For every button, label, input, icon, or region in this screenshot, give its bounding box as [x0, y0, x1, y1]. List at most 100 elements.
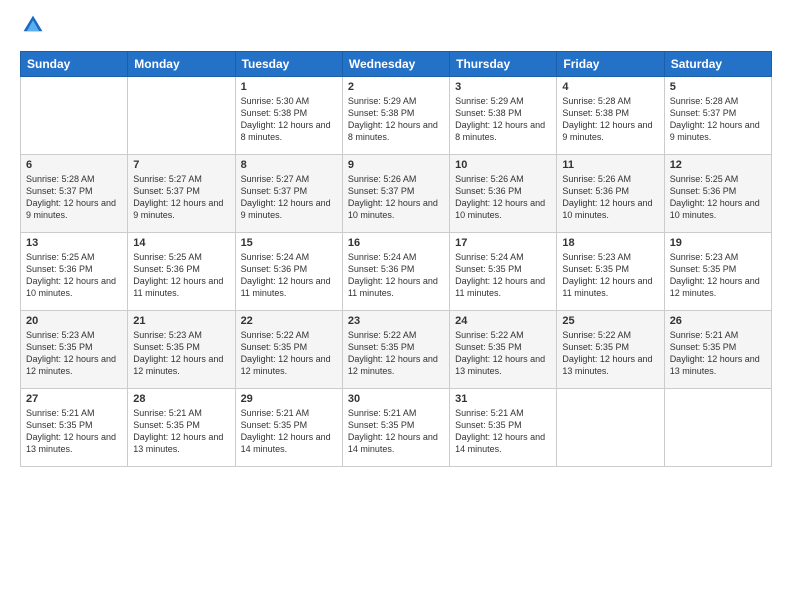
- col-friday: Friday: [557, 52, 664, 77]
- day-number: 3: [455, 81, 551, 93]
- day-content: Sunrise: 5:26 AM Sunset: 5:36 PM Dayligh…: [562, 173, 658, 222]
- day-number: 17: [455, 237, 551, 249]
- day-number: 21: [133, 315, 229, 327]
- day-content: Sunrise: 5:26 AM Sunset: 5:36 PM Dayligh…: [455, 173, 551, 222]
- table-row: 22 Sunrise: 5:22 AM Sunset: 5:35 PM Dayli…: [235, 311, 342, 389]
- day-content: Sunrise: 5:25 AM Sunset: 5:36 PM Dayligh…: [26, 251, 122, 300]
- day-number: 19: [670, 237, 766, 249]
- table-row: 18 Sunrise: 5:23 AM Sunset: 5:35 PM Dayli…: [557, 233, 664, 311]
- table-row: 7Sunrise: 5:27 AM Sunset: 5:37 PM Daylig…: [128, 155, 235, 233]
- day-content: Sunrise: 5:22 AM Sunset: 5:35 PM Dayligh…: [455, 329, 551, 378]
- col-tuesday: Tuesday: [235, 52, 342, 77]
- day-content: Sunrise: 5:29 AM Sunset: 5:38 PM Dayligh…: [348, 95, 444, 144]
- day-content: Sunrise: 5:28 AM Sunset: 5:37 PM Dayligh…: [26, 173, 122, 222]
- table-row: 13 Sunrise: 5:25 AM Sunset: 5:36 PM Dayli…: [21, 233, 128, 311]
- day-number: 22: [241, 315, 337, 327]
- table-row: 3 Sunrise: 5:29 AM Sunset: 5:38 PM Daylig…: [450, 77, 557, 155]
- day-content: Sunrise: 5:23 AM Sunset: 5:35 PM Dayligh…: [670, 251, 766, 300]
- table-row: [664, 389, 771, 467]
- table-row: [557, 389, 664, 467]
- day-content: Sunrise: 5:24 AM Sunset: 5:36 PM Dayligh…: [241, 251, 337, 300]
- day-number: 11: [562, 159, 658, 171]
- day-number: 27: [26, 393, 122, 405]
- day-content: Sunrise: 5:28 AM Sunset: 5:37 PM Dayligh…: [670, 95, 766, 144]
- table-row: 5 Sunrise: 5:28 AM Sunset: 5:37 PM Daylig…: [664, 77, 771, 155]
- table-row: 29Sunrise: 5:21 AM Sunset: 5:35 PM Dayli…: [235, 389, 342, 467]
- day-content: Sunrise: 5:25 AM Sunset: 5:36 PM Dayligh…: [670, 173, 766, 222]
- day-content: Sunrise: 5:26 AM Sunset: 5:37 PM Dayligh…: [348, 173, 444, 222]
- table-row: 24Sunrise: 5:22 AM Sunset: 5:35 PM Dayli…: [450, 311, 557, 389]
- table-row: 12Sunrise: 5:25 AM Sunset: 5:36 PM Dayli…: [664, 155, 771, 233]
- day-content: Sunrise: 5:23 AM Sunset: 5:35 PM Dayligh…: [133, 329, 229, 378]
- table-row: 16 Sunrise: 5:24 AM Sunset: 5:36 PM Dayli…: [342, 233, 449, 311]
- table-row: 26 Sunrise: 5:21 AM Sunset: 5:35 PM Dayli…: [664, 311, 771, 389]
- day-number: 16: [348, 237, 444, 249]
- table-row: [128, 77, 235, 155]
- col-monday: Monday: [128, 52, 235, 77]
- day-content: Sunrise: 5:21 AM Sunset: 5:35 PM Dayligh…: [348, 407, 444, 456]
- day-number: 14: [133, 237, 229, 249]
- table-row: 23 Sunrise: 5:22 AM Sunset: 5:35 PM Dayli…: [342, 311, 449, 389]
- table-row: 14 Sunrise: 5:25 AM Sunset: 5:36 PM Dayli…: [128, 233, 235, 311]
- day-content: Sunrise: 5:21 AM Sunset: 5:35 PM Dayligh…: [26, 407, 122, 456]
- table-row: 6 Sunrise: 5:28 AM Sunset: 5:37 PM Daylig…: [21, 155, 128, 233]
- day-number: 29: [241, 393, 337, 405]
- day-number: 20: [26, 315, 122, 327]
- table-row: 10 Sunrise: 5:26 AM Sunset: 5:36 PM Dayli…: [450, 155, 557, 233]
- day-content: Sunrise: 5:24 AM Sunset: 5:36 PM Dayligh…: [348, 251, 444, 300]
- day-number: 18: [562, 237, 658, 249]
- table-row: 8 Sunrise: 5:27 AM Sunset: 5:37 PM Daylig…: [235, 155, 342, 233]
- table-row: 1 Sunrise: 5:30 AM Sunset: 5:38 PM Daylig…: [235, 77, 342, 155]
- day-number: 13: [26, 237, 122, 249]
- table-row: [21, 77, 128, 155]
- calendar-week-row: 13 Sunrise: 5:25 AM Sunset: 5:36 PM Dayli…: [21, 233, 772, 311]
- day-number: 25: [562, 315, 658, 327]
- table-row: 11 Sunrise: 5:26 AM Sunset: 5:36 PM Dayli…: [557, 155, 664, 233]
- day-number: 9: [348, 159, 444, 171]
- day-content: Sunrise: 5:23 AM Sunset: 5:35 PM Dayligh…: [26, 329, 122, 378]
- table-row: 27 Sunrise: 5:21 AM Sunset: 5:35 PM Dayli…: [21, 389, 128, 467]
- day-number: 5: [670, 81, 766, 93]
- table-row: 20 Sunrise: 5:23 AM Sunset: 5:35 PM Dayli…: [21, 311, 128, 389]
- day-content: Sunrise: 5:21 AM Sunset: 5:35 PM Dayligh…: [455, 407, 551, 456]
- day-number: 15: [241, 237, 337, 249]
- day-number: 31: [455, 393, 551, 405]
- day-content: Sunrise: 5:25 AM Sunset: 5:36 PM Dayligh…: [133, 251, 229, 300]
- day-content: Sunrise: 5:30 AM Sunset: 5:38 PM Dayligh…: [241, 95, 337, 144]
- day-number: 4: [562, 81, 658, 93]
- day-content: Sunrise: 5:21 AM Sunset: 5:35 PM Dayligh…: [670, 329, 766, 378]
- day-number: 10: [455, 159, 551, 171]
- table-row: 28 Sunrise: 5:21 AM Sunset: 5:35 PM Dayli…: [128, 389, 235, 467]
- day-number: 23: [348, 315, 444, 327]
- col-saturday: Saturday: [664, 52, 771, 77]
- day-number: 26: [670, 315, 766, 327]
- day-content: Sunrise: 5:23 AM Sunset: 5:35 PM Dayligh…: [562, 251, 658, 300]
- day-number: 8: [241, 159, 337, 171]
- table-row: 15 Sunrise: 5:24 AM Sunset: 5:36 PM Dayli…: [235, 233, 342, 311]
- day-number: 28: [133, 393, 229, 405]
- table-row: 25 Sunrise: 5:22 AM Sunset: 5:35 PM Dayli…: [557, 311, 664, 389]
- day-content: Sunrise: 5:24 AM Sunset: 5:35 PM Dayligh…: [455, 251, 551, 300]
- table-row: 9 Sunrise: 5:26 AM Sunset: 5:37 PM Daylig…: [342, 155, 449, 233]
- day-content: Sunrise: 5:27 AM Sunset: 5:37 PM Dayligh…: [241, 173, 337, 222]
- day-content: Sunrise: 5:22 AM Sunset: 5:35 PM Dayligh…: [241, 329, 337, 378]
- day-content: Sunrise: 5:29 AM Sunset: 5:38 PM Dayligh…: [455, 95, 551, 144]
- day-content: Sunrise: 5:22 AM Sunset: 5:35 PM Dayligh…: [562, 329, 658, 378]
- logo-icon: [22, 14, 44, 36]
- table-row: 17 Sunrise: 5:24 AM Sunset: 5:35 PM Dayli…: [450, 233, 557, 311]
- day-number: 2: [348, 81, 444, 93]
- day-content: Sunrise: 5:22 AM Sunset: 5:35 PM Dayligh…: [348, 329, 444, 378]
- table-row: 31 Sunrise: 5:21 AM Sunset: 5:35 PM Dayli…: [450, 389, 557, 467]
- day-number: 6: [26, 159, 122, 171]
- col-sunday: Sunday: [21, 52, 128, 77]
- day-number: 1: [241, 81, 337, 93]
- col-thursday: Thursday: [450, 52, 557, 77]
- day-number: 30: [348, 393, 444, 405]
- calendar-week-row: 20 Sunrise: 5:23 AM Sunset: 5:35 PM Dayli…: [21, 311, 772, 389]
- calendar-header-row: Sunday Monday Tuesday Wednesday Thursday…: [21, 52, 772, 77]
- day-content: Sunrise: 5:27 AM Sunset: 5:37 PM Dayligh…: [133, 173, 229, 222]
- table-row: 30 Sunrise: 5:21 AM Sunset: 5:35 PM Dayli…: [342, 389, 449, 467]
- table-row: 19 Sunrise: 5:23 AM Sunset: 5:35 PM Dayli…: [664, 233, 771, 311]
- day-content: Sunrise: 5:21 AM Sunset: 5:35 PM Dayligh…: [133, 407, 229, 456]
- logo: [20, 16, 44, 41]
